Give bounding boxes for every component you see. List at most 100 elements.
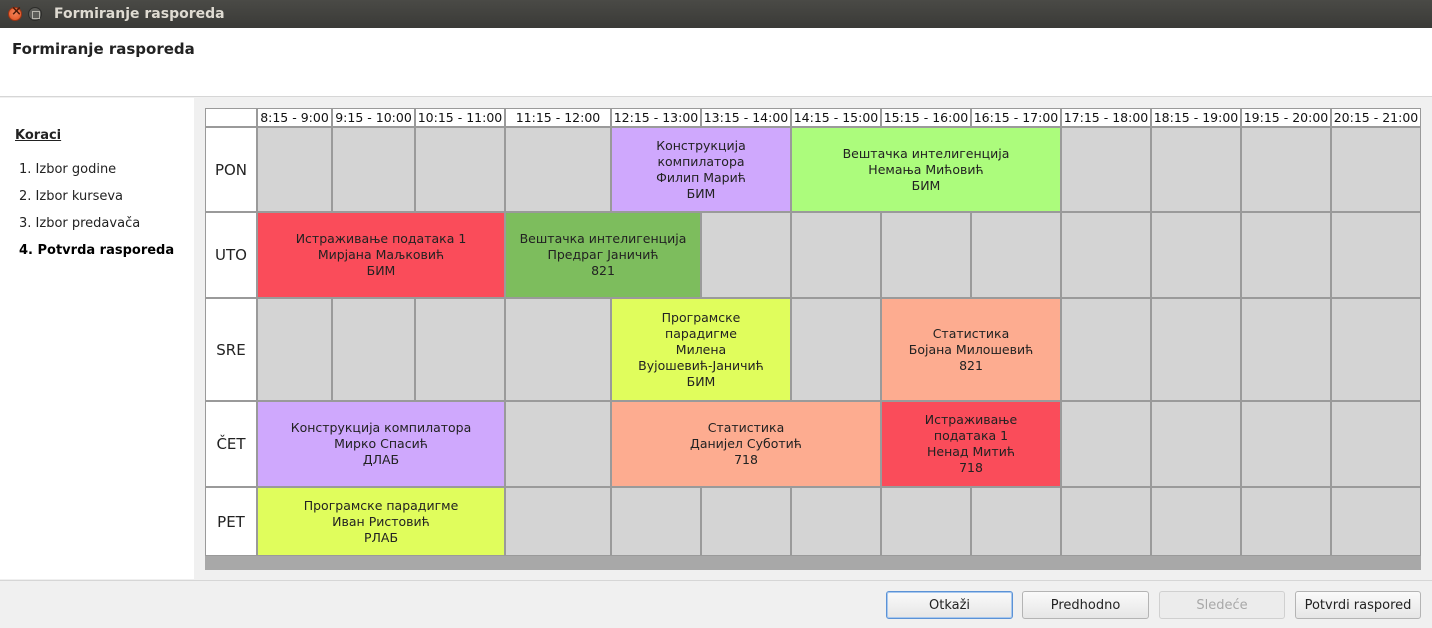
confirm-schedule-button[interactable]: Potvrdi raspored [1295, 591, 1421, 619]
empty-slot-cell[interactable] [1331, 401, 1421, 487]
class-block-line: 821 [959, 357, 983, 373]
class-block[interactable]: Конструкција компилатора Филип Марић БИМ [611, 127, 791, 212]
cancel-button[interactable]: Otkaži [886, 591, 1013, 619]
empty-slot-cell[interactable] [611, 487, 701, 556]
empty-slot-cell[interactable] [1331, 487, 1421, 556]
empty-slot-cell[interactable] [1241, 401, 1331, 487]
day-label: PET [205, 487, 257, 556]
class-block[interactable]: Програмске парадигме Иван Ристовић РЛАБ [257, 487, 505, 556]
empty-slot-cell[interactable] [1061, 127, 1151, 212]
class-block-line: 718 [734, 452, 758, 467]
empty-slot-cell[interactable] [257, 127, 332, 212]
class-block-line: Данијел Суботић [690, 436, 802, 451]
step-item-courses: 2. Izbor kurseva [19, 189, 124, 204]
schedule-grid: 8:15 - 9:00 9:15 - 10:00 10:15 - 11:00 11:1… [205, 108, 1421, 570]
class-block[interactable]: Статистика Бојана Милошевић 821 [881, 298, 1061, 401]
empty-slot-cell[interactable] [791, 212, 881, 298]
class-block-line: БИМ [366, 263, 396, 278]
empty-slot-cell[interactable] [415, 127, 505, 212]
empty-slot-cell[interactable] [1151, 127, 1241, 212]
empty-slot-cell[interactable] [1061, 401, 1151, 487]
empty-slot-cell[interactable] [1331, 298, 1421, 401]
time-slot-header: 19:15 - 20:00 [1241, 108, 1331, 127]
empty-slot-cell[interactable] [505, 127, 611, 212]
grid-corner-cell [205, 108, 257, 127]
class-block-text: Конструкција компилатора Филип Марић БИМ [656, 138, 746, 202]
class-block[interactable]: Конструкција компилатора Мирко Спасић ДЛАБ [257, 401, 505, 487]
step-item-lecturers: 3. Izbor predavača [19, 216, 141, 231]
class-block-line: Вештачка интелигенција [519, 231, 687, 246]
class-block-line: Милена [675, 341, 727, 357]
class-block-line: Мирко Спасић [334, 436, 428, 451]
close-window-icon[interactable] [8, 4, 22, 21]
day-label: UTO [205, 212, 257, 298]
empty-slot-cell[interactable] [415, 298, 505, 401]
empty-slot-cell[interactable] [1151, 487, 1241, 556]
wizard-header: Formiranje rasporeda [0, 28, 1432, 97]
day-label: ČET [205, 401, 257, 487]
empty-slot-cell[interactable] [1061, 487, 1151, 556]
class-block[interactable]: Вештачка интелигенција Предраг Јаничић 821 [505, 212, 701, 298]
time-slot-header: 17:15 - 18:00 [1061, 108, 1151, 127]
empty-slot-cell[interactable] [1331, 212, 1421, 298]
empty-slot-cell[interactable] [1241, 127, 1331, 212]
class-block-line: Истраживање података 1 [295, 231, 467, 246]
class-block[interactable]: Статистика Данијел Суботић 718 [611, 401, 881, 487]
class-block-line: компилатора [657, 153, 745, 169]
empty-slot-cell[interactable] [1061, 298, 1151, 401]
class-block[interactable]: Програмске парадигме Милена Вујошевић-Јанич… [611, 298, 791, 401]
time-slot-header: 8:15 - 9:00 [257, 108, 332, 127]
class-block-line: Бојана Милошевић [908, 341, 1034, 357]
empty-slot-cell[interactable] [257, 298, 332, 401]
empty-slot-cell[interactable] [1151, 212, 1241, 298]
empty-slot-cell[interactable] [791, 298, 881, 401]
class-block-line: БИМ [686, 373, 716, 389]
class-block-line: ДЛАБ [362, 452, 400, 467]
class-block-line: Вештачка интелигенција [842, 145, 1010, 161]
class-block-line: Статистика [707, 420, 785, 435]
empty-slot-cell[interactable] [701, 212, 791, 298]
empty-slot-cell[interactable] [971, 487, 1061, 556]
class-block-line: Иван Ристовић [332, 513, 430, 529]
class-block-text: Статистика Данијел Суботић 718 [690, 420, 802, 468]
empty-slot-cell[interactable] [1241, 212, 1331, 298]
empty-slot-cell[interactable] [1061, 212, 1151, 298]
time-slot-header: 18:15 - 19:00 [1151, 108, 1241, 127]
empty-slot-cell[interactable] [881, 487, 971, 556]
class-block-line: БИМ [911, 177, 941, 193]
class-block[interactable]: Истраживање података 1 Ненад Митић 718 [881, 401, 1061, 487]
empty-slot-cell[interactable] [1331, 127, 1421, 212]
maximize-window-icon[interactable] [28, 7, 42, 21]
time-slot-header: 10:15 - 11:00 [415, 108, 505, 127]
time-slot-header: 9:15 - 10:00 [332, 108, 415, 127]
class-block-line: Истраживање [924, 412, 1018, 427]
class-block-line: Немања Мићовић [868, 161, 984, 177]
empty-slot-cell[interactable] [971, 212, 1061, 298]
class-block[interactable]: Вештачка интелигенција Немања Мићовић БИМ [791, 127, 1061, 212]
empty-slot-cell[interactable] [1241, 487, 1331, 556]
day-label: PON [205, 127, 257, 212]
empty-slot-cell[interactable] [332, 127, 415, 212]
wizard-footer: Otkaži Predhodno Sledeće Potvrdi raspore… [0, 580, 1432, 628]
next-button[interactable]: Sledeće [1159, 591, 1285, 619]
empty-slot-cell[interactable] [1241, 298, 1331, 401]
class-block-line: података 1 [933, 428, 1009, 443]
class-block-line: 718 [959, 460, 983, 475]
empty-slot-cell[interactable] [332, 298, 415, 401]
previous-button[interactable]: Predhodno [1022, 591, 1149, 619]
class-block-line: Програмске [661, 309, 741, 325]
class-block-text: Истраживање података 1 Ненад Митић 718 [925, 412, 1017, 476]
steps-title: Koraci [15, 128, 62, 143]
empty-slot-cell[interactable] [881, 212, 971, 298]
window-title: Formiranje rasporeda [54, 6, 225, 22]
empty-slot-cell[interactable] [701, 487, 791, 556]
class-block-line: 821 [591, 263, 615, 278]
empty-slot-cell[interactable] [791, 487, 881, 556]
class-block[interactable]: Истраживање података 1 Мирјана Маљковић БИ… [257, 212, 505, 298]
empty-slot-cell[interactable] [1151, 298, 1241, 401]
class-block-line: Конструкција компилатора [290, 420, 472, 435]
empty-slot-cell[interactable] [505, 298, 611, 401]
empty-slot-cell[interactable] [505, 487, 611, 556]
empty-slot-cell[interactable] [1151, 401, 1241, 487]
empty-slot-cell[interactable] [505, 401, 611, 487]
